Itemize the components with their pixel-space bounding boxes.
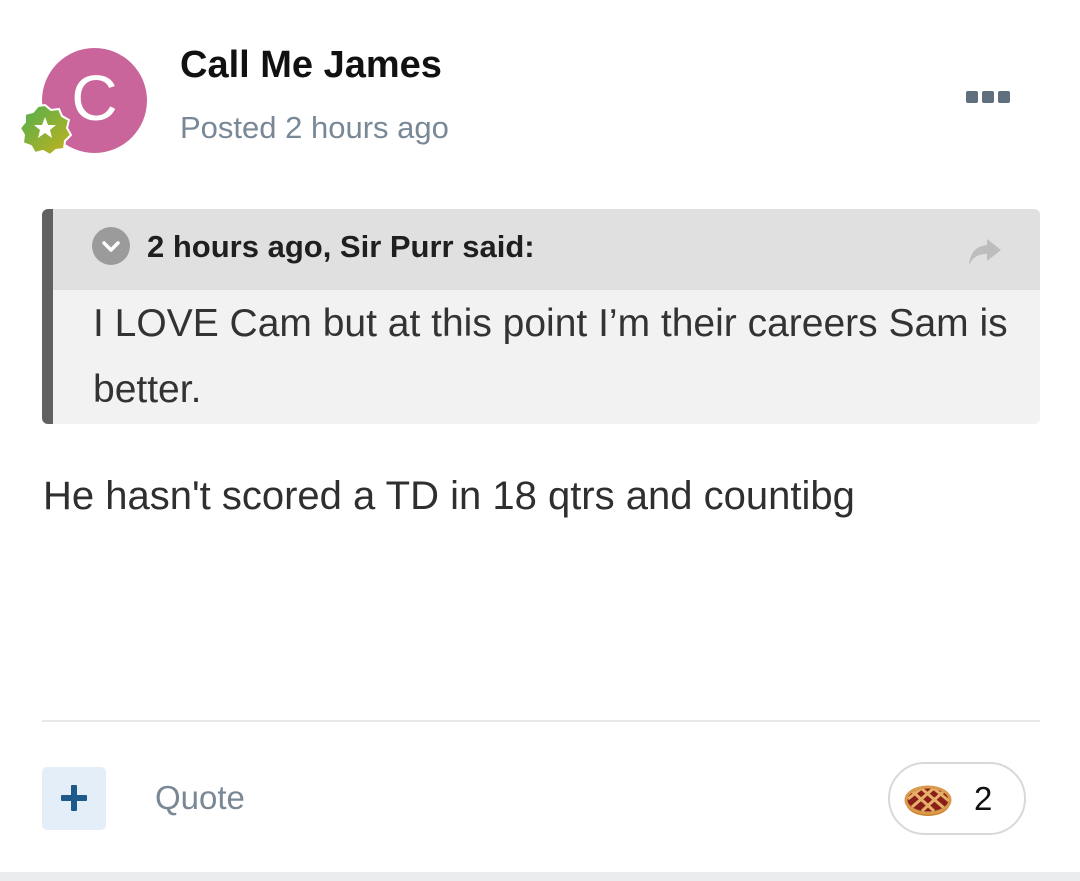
chevron-down-icon[interactable] [92,227,130,265]
quote-header: 2 hours ago, Sir Purr said: [53,209,1040,290]
avatar-letter: C [71,62,118,134]
more-options-icon[interactable] [960,82,1016,112]
quote-body: I LOVE Cam but at this point I’m their c… [93,302,1008,411]
quote-citation: 2 hours ago, Sir Purr said: [147,229,535,264]
post-separator [0,872,1080,881]
reaction-count: 2 [974,780,993,817]
reaction-button[interactable]: 2 [888,762,1026,835]
pie-icon [904,785,952,816]
plus-icon [61,785,87,811]
author-name[interactable]: Call Me James [180,44,442,87]
add-button[interactable] [42,767,106,830]
forum-post: C Call Me James Posted 2 hours ago 2 hou… [0,0,1080,872]
post-content: He hasn't scored a TD in 18 qtrs and cou… [43,474,855,518]
share-arrow-icon[interactable] [965,231,1005,271]
quote-button[interactable]: Quote [155,779,245,817]
post-timestamp[interactable]: Posted 2 hours ago [180,110,449,146]
divider [42,720,1040,722]
quote-block: 2 hours ago, Sir Purr said: I LOVE Cam b… [42,209,1040,424]
star-badge-icon [18,103,72,156]
